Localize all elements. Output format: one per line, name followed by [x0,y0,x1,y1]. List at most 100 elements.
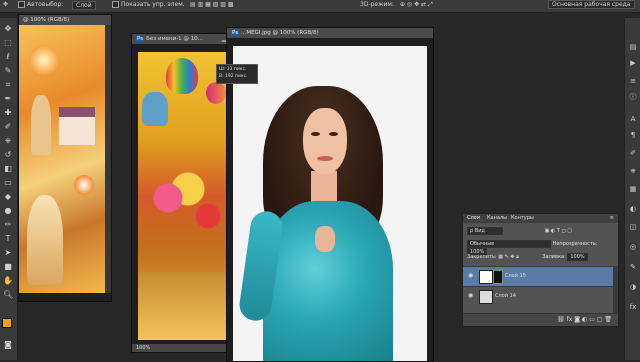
tools-panel: ✥ ⬚ ℓ ✎ ⌗ ✒ ✚ ✐ ⎈ ↺ ◧ ▭ ◆ ● ✑ T ➤ ■ ✋ 🔍︎… [0,18,18,360]
character-panel-icon[interactable]: A [628,114,638,124]
hand-tool-icon[interactable]: ✋ [3,276,13,286]
marquee-tool-icon[interactable]: ⬚ [3,38,13,48]
styles-panel-icon[interactable]: fx [628,302,638,312]
bokeh-light [29,45,59,75]
healing-tool-icon[interactable]: ✚ [3,108,13,118]
auto-select-label: Автовыбор: [27,1,64,8]
layers-scrollbar[interactable] [613,266,618,313]
fill-field[interactable]: 100% [567,253,588,261]
layer-thumbnail [479,290,493,304]
mode-3d-label: 3D-режим: [360,1,394,8]
channels-panel-icon[interactable]: ◎ [628,242,638,252]
pen-tool-icon[interactable]: ✑ [3,220,13,230]
visibility-eye-icon[interactable]: ◉ [468,272,473,279]
show-transform-checkbox[interactable]: Показать упр. элем. [112,1,185,8]
lock-icons[interactable]: ▦ ✎ ✥ 🔒︎ [498,254,519,260]
eyedropper-tool-icon[interactable]: ✒ [3,94,13,104]
auto-select-checkbox[interactable]: Автовыбор: [18,1,63,8]
left-document-title[interactable]: @ 100% (RGB/8) [19,15,111,25]
autumn-leaves [138,272,238,340]
main-document-title[interactable]: Ps ...MEGI.jpg @ 100% (RGB/8) [227,28,433,38]
zoom-tool-icon[interactable]: 🔍︎ [3,290,13,300]
filter-icons[interactable]: ▣ ◐ T ◻ ▢ [545,228,572,234]
color-panel-icon[interactable]: ◐ [628,204,638,214]
crop-tool-icon[interactable]: ⌗ [3,80,13,90]
quick-select-tool-icon[interactable]: ✎ [3,66,13,76]
collage-canvas [19,25,105,293]
show-transform-label: Показать упр. элем. [121,1,185,8]
info-panel-icon[interactable]: ⓘ [628,92,638,102]
clone-source-icon[interactable]: ⎈ [628,166,638,176]
history-brush-tool-icon[interactable]: ↺ [3,150,13,160]
move-tool-icon[interactable]: ✥ [3,1,8,8]
new-layer-icon[interactable]: ▢ [597,316,603,323]
dodge-tool-icon[interactable]: ● [3,206,13,216]
gradient-tool-icon[interactable]: ▭ [3,178,13,188]
child-figure [142,92,168,126]
options-bar: ✥ Автовыбор: Слой Показать упр. элем. ▤ … [0,0,640,13]
properties-panel-icon[interactable]: ≡ [628,76,638,86]
layer-row-selected[interactable]: ◉ Слой 15 [463,266,618,286]
workspace-dropdown[interactable]: Основная рабочая среда [548,0,635,9]
path-select-tool-icon[interactable]: ➤ [3,248,13,258]
blur-tool-icon[interactable]: ◆ [3,192,13,202]
layers-panel: Слои Каналы Контуры ≡ ρ Вид ▣ ◐ T ◻ ▢ Об… [462,213,619,327]
align-icons[interactable]: ▤ ▥ ▦ ▧ ▨ ▩ [190,1,234,8]
clone-stamp-tool-icon[interactable]: ⎈ [3,136,13,146]
adjustment-icon[interactable]: ◐ [582,316,587,323]
girl-figure-top [31,95,51,155]
lasso-tool-icon[interactable]: ℓ [3,52,13,62]
history-panel-icon[interactable]: ▤ [628,42,638,52]
kind-filter-dropdown[interactable]: ρ Вид [467,227,503,235]
bokeh-light-2 [74,175,94,195]
tab-channels[interactable]: Каналы [487,215,507,221]
brush-panel-icon[interactable]: ✐ [628,148,638,158]
brush-tool-icon[interactable]: ✐ [3,122,13,132]
hot-air-balloon-2 [206,82,226,104]
left-document-window: @ 100% (RGB/8) [18,14,112,302]
face [303,108,347,174]
type-tool-icon[interactable]: T [3,234,13,244]
middle-canvas [138,52,238,340]
folder-icon[interactable]: ▭ [589,316,595,323]
foreground-color-swatch[interactable] [2,318,12,328]
layer-row[interactable]: ◉ Слой 14 [463,286,618,306]
layer-name[interactable]: Слой 14 [495,293,516,299]
opacity-label: Непрозрачность: [552,241,598,247]
actions-panel-icon[interactable]: ▶ [628,58,638,68]
swatches-panel-icon[interactable]: ▦ [628,184,638,194]
blend-mode-dropdown[interactable]: Обычные [467,240,551,248]
quick-mask-icon[interactable]: ◙ [3,340,13,350]
lock-row: Закрепить: ▦ ✎ ✥ 🔒︎ Заливка: 100% [467,253,614,261]
paths-panel-icon[interactable]: ✎ [628,262,638,272]
lips [317,156,333,161]
layers-panel-icon[interactable]: ◫ [628,222,638,232]
tab-layers[interactable]: Слои [467,215,480,221]
transform-info-tooltip: Ш: 33 пикс. В: 192 пикс. [216,64,258,84]
left-window-scrollbar[interactable] [105,25,111,293]
fx-icon[interactable]: fx [567,316,573,323]
middle-document-title-text: Без имени-1 @ 10... [146,36,203,42]
fill-label: Заливка: [542,254,566,260]
panel-menu-icon[interactable]: ≡ [610,215,614,221]
mask-icon[interactable]: ◙ [574,316,580,323]
layer-name[interactable]: Слой 15 [505,273,526,279]
shape-tool-icon[interactable]: ■ [3,262,13,272]
layers-panel-tabs: Слои Каналы Контуры ≡ [463,214,618,223]
link-icon[interactable]: ⛓ [557,316,565,323]
layer-mask-thumbnail[interactable] [493,270,503,284]
trash-icon[interactable]: 🗑︎ [604,316,612,323]
adjustments-panel-icon[interactable]: ◑ [628,282,638,292]
girl-figure-bottom [27,195,63,285]
tab-paths[interactable]: Контуры [511,215,534,221]
visibility-eye-icon[interactable]: ◉ [468,292,473,299]
house-image [59,107,95,145]
3d-mode-icons[interactable]: ⊕ ◎ ✥ ⇄ ⤢ [400,1,433,9]
panel-dock-strip: ▤ ▶ ≡ ⓘ A ¶ ✐ ⎈ ▦ ◐ ◫ ◎ ✎ ◑ fx [624,18,640,360]
move-tool-icon[interactable]: ✥ [3,24,13,34]
right-eye [329,132,338,136]
paragraph-panel-icon[interactable]: ¶ [628,130,638,140]
auto-select-dropdown[interactable]: Слой [72,1,96,10]
eraser-tool-icon[interactable]: ◧ [3,164,13,174]
main-document-title-text: ...MEGI.jpg @ 100% (RGB/8) [241,30,319,36]
